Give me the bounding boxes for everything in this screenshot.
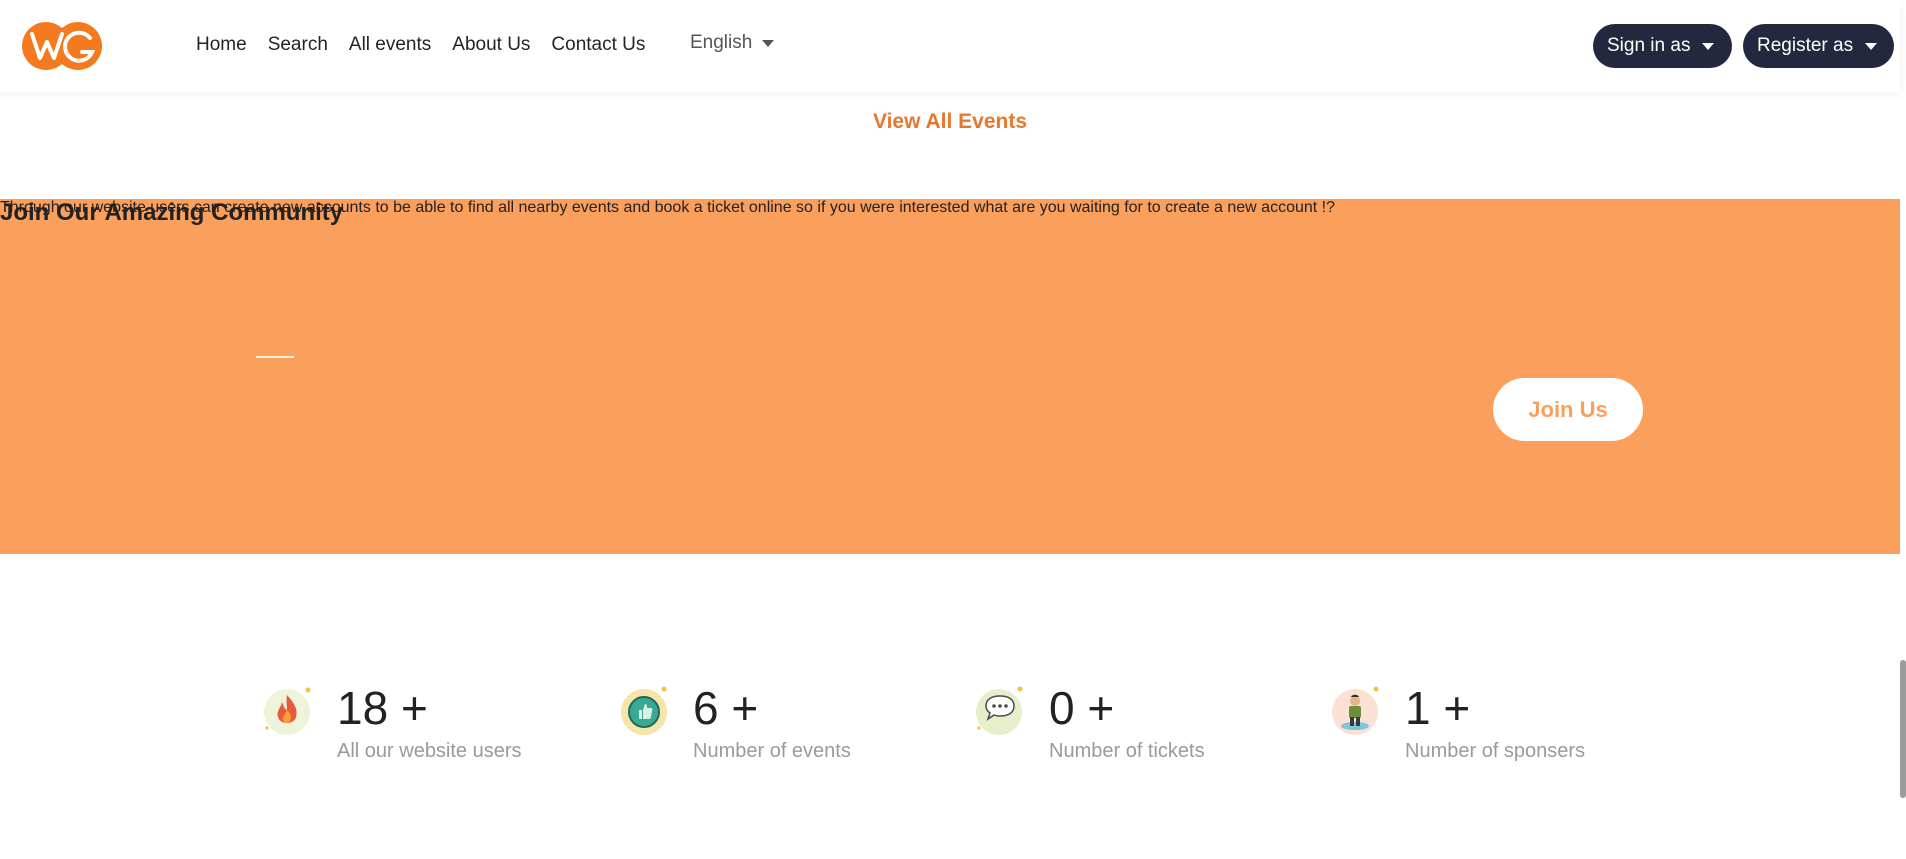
title-divider <box>256 356 294 358</box>
page: Home Search All events About Us Contact … <box>0 0 1906 859</box>
sign-in-dropdown-button[interactable]: Sign in as <box>1593 24 1732 68</box>
language-dropdown[interactable]: English <box>690 30 775 56</box>
nav-all-events[interactable]: All events <box>349 32 431 58</box>
stat-value: 6 + <box>693 682 759 734</box>
chevron-down-icon <box>762 39 775 47</box>
scrollbar-thumb[interactable] <box>1900 660 1906 798</box>
view-all-events-link[interactable]: View All Events <box>0 110 1900 134</box>
thumbs-up-icon <box>621 686 667 735</box>
chat-bubble-icon <box>976 686 1023 735</box>
community-section <box>0 199 1900 554</box>
scrollbar[interactable] <box>1900 0 1906 859</box>
stat-value: 18 + <box>337 682 428 734</box>
nav-links: Home Search All events About Us Contact … <box>196 32 666 58</box>
person-icon <box>1332 686 1379 735</box>
navbar: Home Search All events About Us Contact … <box>0 0 1900 92</box>
register-label: Register as <box>1757 35 1854 56</box>
chevron-down-icon <box>1865 42 1878 50</box>
chevron-down-icon <box>1702 42 1715 50</box>
stat-label: Number of sponsers <box>1405 740 1586 762</box>
logo-icon[interactable] <box>20 20 104 72</box>
stat-label: Number of tickets <box>1049 740 1205 762</box>
nav-home[interactable]: Home <box>196 32 247 58</box>
join-us-button[interactable]: Join Us <box>1493 378 1643 441</box>
language-label: English <box>690 32 753 53</box>
flame-icon <box>264 687 311 735</box>
register-dropdown-button[interactable]: Register as <box>1743 24 1894 68</box>
community-description: Through our website users can create new… <box>0 199 1335 216</box>
nav-search[interactable]: Search <box>268 32 328 58</box>
sign-in-label: Sign in as <box>1607 35 1691 56</box>
stat-label: Number of events <box>693 740 851 762</box>
stat-label: All our website users <box>337 740 522 762</box>
stat-value: 0 + <box>1049 682 1115 734</box>
stat-value: 1 + <box>1405 682 1471 734</box>
nav-about-us[interactable]: About Us <box>452 32 530 58</box>
nav-contact-us[interactable]: Contact Us <box>551 32 645 58</box>
